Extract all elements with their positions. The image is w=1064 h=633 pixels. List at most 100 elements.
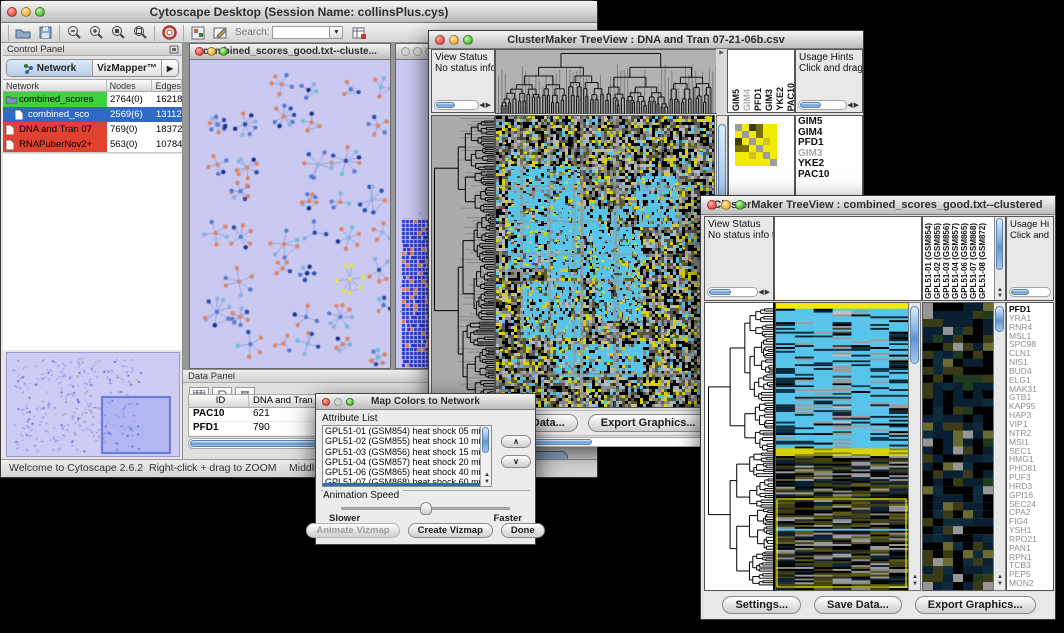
control-panel-tabs: Network VizMapper™ ▶ <box>6 59 179 77</box>
column-label: GPL51-06 (GSM865) <box>960 223 969 299</box>
network-table-row[interactable]: RNAPuberNov2+563(0)107847(0) <box>3 137 182 152</box>
animate-vizmap-button[interactable]: Animate Vizmap <box>306 523 399 538</box>
combined-column-dendrogram-area[interactable] <box>774 216 922 301</box>
animation-speed-label: Animation Speed <box>323 490 403 501</box>
zoom-fit-icon[interactable] <box>129 24 151 41</box>
close-icon[interactable] <box>435 35 445 45</box>
view-status-hscrollbar[interactable]: ◀▶ <box>707 286 771 297</box>
attribute-list-item[interactable]: GPL51-04 (GSM857) heat shock 20 min <box>323 457 491 467</box>
combined-column-labels-panel[interactable]: GPL51-01 (GSM854)GPL51-02 (GSM855)GPL51-… <box>922 216 1006 301</box>
tab-overflow-arrow[interactable]: ▶ <box>162 60 178 76</box>
attribute-list-vscrollbar[interactable]: ▲ ▼ <box>480 426 491 486</box>
network-table-row[interactable]: combined_scores2764(0)16218(0) <box>3 92 182 107</box>
zoom-window-icon[interactable] <box>35 7 45 17</box>
attribute-list-item[interactable]: GPL51-01 (GSM854) heat shock 05 min <box>323 426 491 436</box>
scroll-arrows-icon[interactable]: ◀▶ <box>847 101 860 109</box>
slider-thumb[interactable] <box>420 502 432 515</box>
animation-speed-slider[interactable] <box>341 507 510 510</box>
minimize-icon[interactable] <box>413 47 422 56</box>
dna-titlebar[interactable]: ClusterMaker TreeView : DNA and Tran 07-… <box>429 31 863 49</box>
network-view-canvas[interactable] <box>190 60 390 368</box>
dna-row-dendrogram-canvas[interactable] <box>431 115 495 408</box>
move-down-button[interactable]: ∨ <box>501 455 531 468</box>
save-data-button[interactable]: Save Data... <box>814 596 902 614</box>
dna-heatmap-canvas[interactable] <box>495 115 715 408</box>
zoom-window-icon[interactable] <box>735 200 745 210</box>
network-frame-titlebar[interactable]: combined_scores_good.txt--cluste... <box>190 44 390 60</box>
gene-list-vscrollbar[interactable]: ▲▼ <box>993 302 1006 591</box>
network-table-row[interactable]: combined_sco2569(6)13112(15) <box>3 107 182 122</box>
zoom-selected-icon[interactable] <box>107 24 129 41</box>
zoom-window-icon[interactable] <box>463 35 473 45</box>
table-import-icon[interactable] <box>348 24 370 41</box>
attribute-list[interactable]: GPL51-01 (GSM854) heat shock 05 minGPL51… <box>322 425 492 487</box>
minimize-icon[interactable] <box>21 7 31 17</box>
export-graphics-button[interactable]: Export Graphics... <box>588 414 709 432</box>
move-up-button[interactable]: ∧ <box>501 435 531 448</box>
minimize-icon[interactable] <box>207 47 216 56</box>
column-label: GPL51-03 (GSM856) <box>942 223 951 299</box>
view-status-hscrollbar[interactable]: ◀▶ <box>434 99 492 110</box>
combined-heatmap-canvas[interactable] <box>775 302 909 591</box>
vizmapper-icon[interactable] <box>187 24 209 41</box>
zoom-window-icon[interactable] <box>346 398 354 406</box>
status-welcome: Welcome to Cytoscape 2.6.2 <box>9 462 143 474</box>
dialog-titlebar[interactable]: Map Colors to Network <box>316 394 535 410</box>
close-icon[interactable] <box>707 200 717 210</box>
main-window-title: Cytoscape Desktop (Session Name: collins… <box>1 5 597 19</box>
minimize-icon[interactable] <box>721 200 731 210</box>
column-header-id[interactable]: ID <box>189 395 249 407</box>
scroll-arrows-icon[interactable]: ▲▼ <box>997 287 1003 299</box>
save-icon[interactable] <box>34 24 56 41</box>
annotation-icon[interactable] <box>209 24 231 41</box>
network-table-row[interactable]: DNA and Tran 07769(0)183728(0) <box>3 122 182 137</box>
close-icon[interactable] <box>322 398 330 406</box>
attribute-list-item[interactable]: GPL51-06 (GSM865) heat shock 40 min <box>323 467 491 477</box>
column-labels-vscrollbar[interactable]: ▲▼ <box>994 217 1005 300</box>
birdseye-view-canvas[interactable] <box>6 352 180 457</box>
close-icon[interactable] <box>195 47 204 56</box>
search-dropdown-icon[interactable]: ▼ <box>330 26 343 39</box>
scroll-up-icon[interactable]: ▲ <box>484 472 490 478</box>
zoom-out-icon[interactable] <box>63 24 85 41</box>
tab-vizmapper[interactable]: VizMapper™ <box>93 60 162 76</box>
scroll-arrows-icon[interactable]: ▲▼ <box>912 574 918 588</box>
combined-titlebar[interactable]: ClusterMaker TreeView : combined_scores_… <box>701 196 1055 215</box>
open-file-icon[interactable] <box>12 24 34 41</box>
minimize-icon[interactable] <box>449 35 459 45</box>
done-button[interactable]: Done <box>501 523 545 538</box>
attribute-list-item[interactable]: GPL51-03 (GSM856) heat shock 15 min <box>323 447 491 457</box>
scroll-arrows-icon[interactable]: ◀▶ <box>479 101 492 109</box>
main-titlebar[interactable]: Cytoscape Desktop (Session Name: collins… <box>1 1 597 23</box>
float-panel-icon[interactable] <box>169 45 179 54</box>
search-input[interactable] <box>272 26 330 39</box>
settings-button[interactable]: Settings... <box>722 596 801 614</box>
dna-top-gutter: ▶ <box>716 49 727 113</box>
close-icon[interactable] <box>401 47 410 56</box>
attribute-list-item[interactable]: GPL51-02 (GSM855) heat shock 10 min <box>323 436 491 446</box>
window-controls[interactable] <box>7 7 45 17</box>
combined-heatmap-vscrollbar[interactable]: ▲▼ <box>908 302 921 591</box>
help-lifering-icon[interactable] <box>158 24 180 41</box>
create-vizmap-button[interactable]: Create Vizmap <box>408 523 493 538</box>
scroll-arrows-icon[interactable]: ▲▼ <box>997 574 1003 588</box>
combined-global-heatmap-canvas[interactable] <box>922 302 994 591</box>
zoom-window-icon[interactable] <box>219 47 228 56</box>
export-graphics-button[interactable]: Export Graphics... <box>915 596 1036 614</box>
dna-column-labels-panel[interactable]: GIM5GIM4PFD1GIM3YKE2PAC10 <box>727 49 795 113</box>
gene-labels-panel[interactable]: PFD1YRA1RNR4MSL1SPC98CLN1NIS1BUD4ELG1MAK… <box>1006 302 1054 591</box>
minimize-icon[interactable] <box>334 398 342 406</box>
zoom-in-icon[interactable] <box>85 24 107 41</box>
dna-column-dendrogram-canvas[interactable] <box>495 49 717 114</box>
usage-hints-hscrollbar[interactable] <box>1009 286 1051 297</box>
scroll-down-icon[interactable]: ▼ <box>484 479 490 485</box>
dna-correlation-heatmap[interactable] <box>735 124 777 166</box>
network-view-frame: combined_scores_good.txt--cluste... <box>189 43 391 369</box>
scroll-arrows-icon[interactable]: ◀▶ <box>758 288 771 296</box>
tab-network[interactable]: Network <box>7 60 93 76</box>
network-table: combined_scores2764(0)16218(0)combined_s… <box>3 92 182 153</box>
close-icon[interactable] <box>7 7 17 17</box>
combined-row-dendrogram-canvas[interactable] <box>704 302 775 591</box>
usage-hints-hscrollbar[interactable]: ◀▶ <box>798 99 860 110</box>
control-panel-title: Control Panel <box>7 44 65 55</box>
